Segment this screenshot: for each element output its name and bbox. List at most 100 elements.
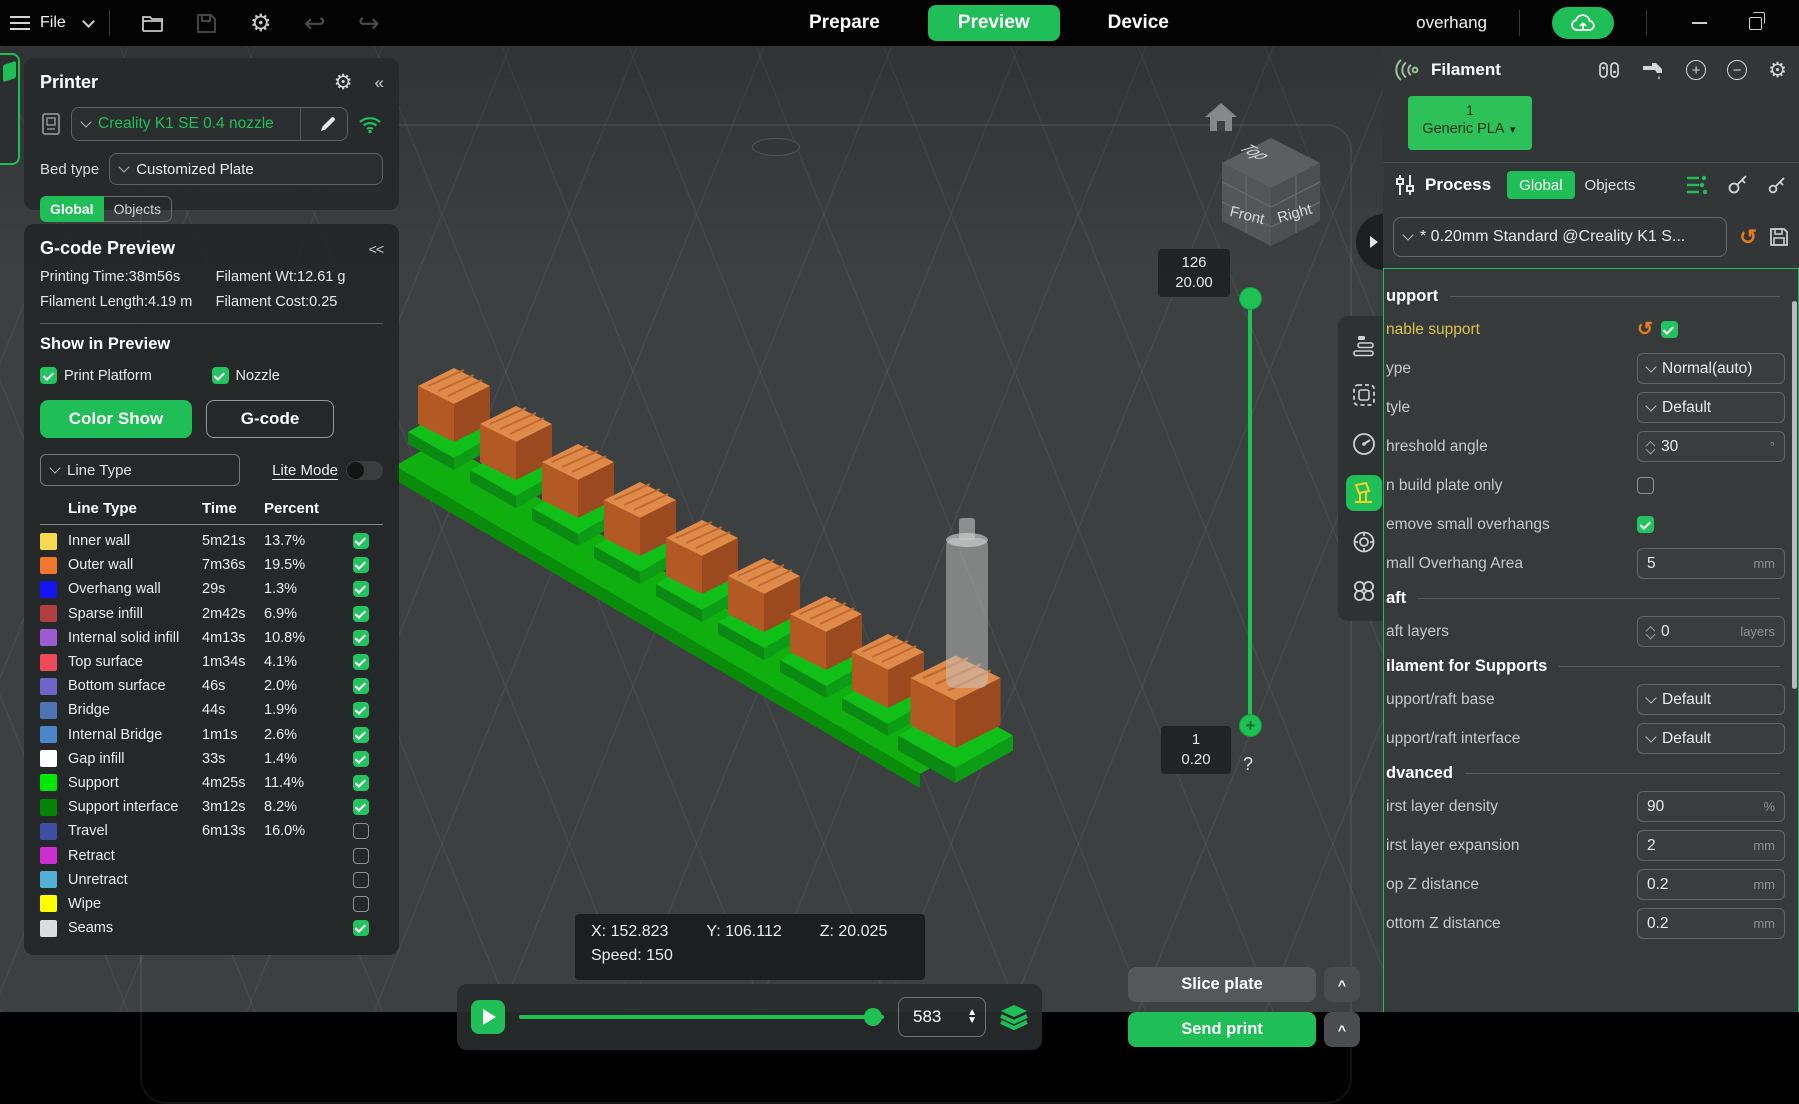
plate-view-icon[interactable] [1346,377,1382,413]
window-minimize-button[interactable] [1679,0,1719,46]
line-type-visibility-checkbox[interactable] [353,871,369,888]
setting-checkbox[interactable] [1637,516,1654,533]
setting-input[interactable]: 90% [1637,791,1785,822]
send-print-button[interactable]: Send print [1128,1012,1316,1047]
layer-slider-track[interactable] [1248,298,1252,726]
window-restore-button[interactable] [1735,0,1775,46]
tab-preview[interactable]: Preview [927,5,1060,41]
edit-pencil-icon[interactable] [319,115,337,133]
setting-checkbox[interactable] [1660,321,1678,338]
bed-type-select[interactable]: Customized Plate [109,153,383,185]
line-type-visibility-checkbox[interactable] [353,823,369,840]
filament-slot[interactable]: 1 Generic PLA ▼ [1408,96,1532,150]
swap-filament-icon[interactable] [1598,60,1620,80]
scope-tab-objects[interactable]: Objects [103,196,173,222]
arrange-view-icon[interactable] [1346,573,1382,609]
filament-settings-gear-icon[interactable]: ⚙ [1768,58,1787,83]
open-folder-icon[interactable] [140,10,166,36]
flush-faucet-icon[interactable] [1641,60,1665,80]
process-tab-objects[interactable]: Objects [1575,171,1646,199]
plug-icon[interactable] [1767,175,1787,195]
line-type-visibility-checkbox[interactable] [353,654,369,671]
support-view-icon[interactable] [1346,475,1382,511]
show-option[interactable]: Nozzle [211,367,384,384]
line-type-visibility-checkbox[interactable] [353,895,369,912]
slice-options-button[interactable]: ^ [1324,967,1360,1002]
help-icon[interactable]: ? [1243,754,1253,775]
setting-spinner[interactable]: 30 ° [1637,431,1785,462]
line-type-visibility-checkbox[interactable] [353,799,369,816]
seam-view-icon[interactable] [1346,524,1382,560]
play-button[interactable] [471,1000,505,1034]
spinner-arrows-icon[interactable] [1645,625,1656,639]
setting-checkbox[interactable] [1637,477,1654,494]
layer-slider-top-handle[interactable] [1239,287,1262,310]
line-type-visibility-checkbox[interactable] [353,629,369,646]
slice-plate-button[interactable]: Slice plate [1128,967,1316,1002]
panel-expand-handle[interactable] [1356,214,1384,270]
line-type-visibility-checkbox[interactable] [353,581,369,598]
cloud-upload-button[interactable] [1552,7,1614,39]
scope-tab-global[interactable]: Global [40,196,104,222]
step-slider[interactable] [519,1008,884,1026]
reset-setting-icon[interactable]: ↺ [1637,320,1653,339]
settings-gear-icon[interactable]: ⚙ [248,10,274,37]
send-options-button[interactable]: ^ [1324,1012,1360,1047]
spinner-arrows-icon[interactable] [1645,440,1656,454]
setting-spinner[interactable]: 0 layers [1637,616,1785,647]
line-type-visibility-checkbox[interactable] [353,557,369,574]
home-view-icon[interactable] [1203,101,1239,133]
remove-filament-icon[interactable]: − [1727,60,1748,80]
line-type-filter-select[interactable]: Line Type [40,454,240,486]
line-type-visibility-checkbox[interactable] [353,702,369,719]
printer-select[interactable]: Creality K1 SE 0.4 nozzle [71,107,348,141]
gcode-button[interactable]: G-code [206,400,334,438]
line-type-visibility-checkbox[interactable] [353,533,369,550]
show-option[interactable]: Print Platform [40,367,212,384]
save-icon[interactable] [194,10,220,36]
collapse-panel-icon[interactable]: << [369,241,384,257]
redo-icon[interactable]: ↪ [356,8,382,38]
layers-mode-icon[interactable] [1000,1004,1028,1030]
setting-input[interactable]: 0.2 mm [1637,869,1785,900]
speed-view-icon[interactable] [1346,426,1382,462]
save-preset-icon[interactable] [1769,227,1789,247]
parameter-list-icon[interactable] [1685,175,1709,195]
plate-thumbnail[interactable] [0,53,20,165]
lite-mode-toggle[interactable] [346,460,383,480]
line-type-visibility-checkbox[interactable] [353,678,369,695]
navigation-cube[interactable]: Top Front Right [1216,136,1326,248]
line-type-visibility-checkbox[interactable] [353,726,369,743]
setting-select[interactable]: Normal(auto) [1637,353,1785,384]
chevron-down-icon[interactable] [81,14,95,28]
collapse-panel-icon[interactable]: « [375,73,385,93]
step-slider-knob[interactable] [864,1008,882,1026]
setting-input[interactable]: 0.2 mm [1637,908,1785,939]
setting-select[interactable]: Default [1637,684,1785,715]
key-icon[interactable] [1727,175,1749,195]
step-stepper[interactable]: ▲ ▼ [967,1008,977,1026]
wifi-icon[interactable] [357,114,383,134]
line-type-visibility-checkbox[interactable] [353,920,369,937]
setting-input[interactable]: 2 mm [1637,830,1785,861]
tab-prepare[interactable]: Prepare [795,5,894,41]
tab-device[interactable]: Device [1094,5,1183,41]
line-type-visibility-checkbox[interactable] [353,750,369,767]
add-filament-icon[interactable]: + [1686,60,1707,80]
line-type-visibility-checkbox[interactable] [353,774,369,791]
checkbox[interactable] [40,367,57,384]
step-number-input[interactable]: 583 ▲ ▼ [898,997,986,1037]
line-type-visibility-checkbox[interactable] [353,847,369,864]
printer-settings-gear-icon[interactable]: ⚙ [334,70,353,95]
process-preset-select[interactable]: * 0.20mm Standard @Creality K1 S... [1393,217,1728,257]
file-menu[interactable]: File [40,14,66,32]
checkbox[interactable] [211,367,229,384]
menu-icon[interactable] [10,16,30,30]
line-type-view-icon[interactable] [1346,328,1382,364]
layer-slider-bottom-handle[interactable] [1239,714,1262,737]
line-type-visibility-checkbox[interactable] [353,605,369,622]
setting-select[interactable]: Default [1637,392,1785,423]
setting-select[interactable]: Default [1637,723,1785,754]
reset-preset-icon[interactable]: ↺ [1739,227,1757,248]
setting-input[interactable]: 5 mm [1637,548,1785,579]
